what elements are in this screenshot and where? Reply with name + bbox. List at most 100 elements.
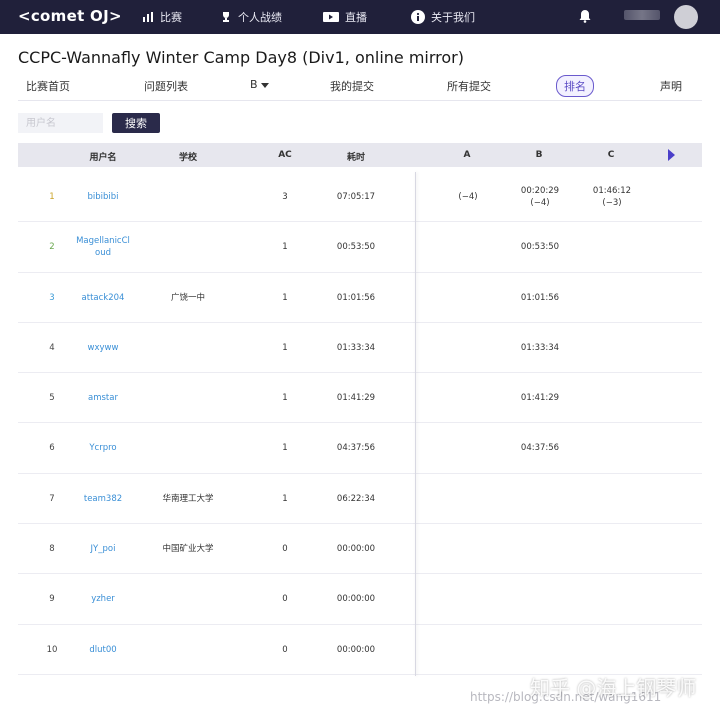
nav-item-contests[interactable]: 比赛	[142, 9, 182, 25]
tab-problem-list[interactable]: 问题列表	[144, 78, 188, 94]
cell-ac: 1	[282, 393, 288, 404]
table-row: 9 yzher 0 00:00:00	[18, 574, 702, 625]
cell-username[interactable]: wxyww	[68, 342, 138, 354]
cell-ac: 1	[282, 443, 288, 454]
cell-username[interactable]: team382	[68, 493, 138, 505]
table-row: 10 dlut00 0 00:00:00	[18, 625, 702, 675]
username-search-input[interactable]	[18, 113, 103, 133]
cell-problem-b: 01:41:29	[520, 393, 560, 404]
header-username: 用户名	[89, 153, 117, 163]
header-ac: AC	[278, 150, 292, 160]
cell-time: 06:22:34	[336, 493, 376, 504]
cell-username[interactable]: dlut00	[68, 644, 138, 656]
bell-icon[interactable]	[578, 9, 592, 23]
cell-username[interactable]: bibibibi	[68, 191, 138, 203]
cell-time: 01:33:34	[336, 342, 376, 353]
trophy-icon	[223, 12, 229, 22]
cell-problem-b: 01:33:34	[520, 342, 560, 353]
cell-school: 中国矿业大学	[162, 544, 214, 555]
table-row: 2 MagellanicCl oud 1 00:53:50 00:53:50	[18, 222, 702, 273]
cell-time: 00:00:00	[336, 594, 376, 605]
cell-rank: 1	[49, 192, 55, 202]
cell-username[interactable]: MagellanicCl oud	[68, 235, 138, 259]
cell-rank: 6	[49, 443, 55, 454]
cell-rank: 2	[49, 242, 55, 253]
cell-time: 04:37:56	[336, 443, 376, 454]
table-row: 1 bibibibi 3 07:05:17 (−4) 00:20:29 (−4) 01:46…	[18, 172, 702, 223]
live-icon	[323, 12, 339, 22]
cell-school: 华南理工大学	[162, 493, 214, 504]
cell-ac: 0	[282, 594, 288, 605]
cell-username[interactable]: amstar	[68, 392, 138, 404]
standings-table-body: 1 bibibibi 3 07:05:17 (−4) 00:20:29 (−4) 01:46…	[18, 172, 702, 675]
search-button[interactable]: 搜索	[112, 113, 160, 133]
cell-rank: 9	[49, 594, 55, 605]
standings-table-header: 用户名 学校 AC 耗时 A B C	[18, 143, 702, 167]
nav-item-live[interactable]: 直播	[323, 9, 367, 25]
tab-all-submissions[interactable]: 所有提交	[447, 78, 491, 94]
tab-standings[interactable]: 排名	[556, 75, 594, 97]
header-school: 学校	[178, 153, 197, 163]
header-problem-c[interactable]: C	[596, 150, 626, 160]
nav-item-label: 个人战绩	[238, 11, 282, 24]
table-row: 8 JY_poi 中国矿业大学 0 00:00:00	[18, 524, 702, 575]
cell-ac: 1	[282, 493, 288, 504]
cell-time: 00:00:00	[336, 644, 376, 655]
scroll-right-arrow-icon[interactable]	[668, 149, 675, 161]
header-problem-a[interactable]: A	[452, 150, 482, 160]
cell-ac: 0	[282, 644, 288, 655]
cell-ac: 1	[282, 342, 288, 353]
cell-problem-b: 00:20:29 (−4)	[520, 186, 560, 208]
divider	[18, 100, 702, 101]
nav-item-records[interactable]: 个人战绩	[220, 9, 282, 25]
cell-rank: 10	[46, 644, 58, 655]
cell-ac: 1	[282, 242, 288, 253]
contest-tabs: 比赛首页 问题列表 B 我的提交 所有提交 排名 声明	[18, 75, 702, 98]
contest-icon	[143, 12, 153, 22]
tab-problem-select[interactable]: B	[250, 78, 269, 91]
table-row: 3 attack204 广饶一中 1 01:01:56 01:01:56	[18, 273, 702, 323]
header-time: 耗时	[346, 153, 365, 163]
tab-contest-home[interactable]: 比赛首页	[26, 78, 70, 94]
tab-problem-select-label: B	[250, 78, 258, 91]
cell-username[interactable]: Ycrpro	[68, 442, 138, 454]
cell-rank: 5	[49, 393, 55, 404]
info-icon	[411, 10, 425, 24]
table-row: 6 Ycrpro 1 04:37:56 04:37:56	[18, 423, 702, 474]
page-title: CCPC-Wannafly Winter Camp Day8 (Div1, on…	[18, 48, 464, 67]
cell-rank: 3	[49, 292, 55, 303]
cell-time: 07:05:17	[336, 192, 376, 202]
cell-problem-a: (−4)	[458, 192, 478, 202]
cell-rank: 4	[49, 342, 55, 353]
header-problem-b[interactable]: B	[524, 150, 554, 160]
cell-ac: 3	[282, 192, 288, 202]
cell-problem-b: 04:37:56	[520, 443, 560, 454]
avatar[interactable]	[674, 5, 698, 29]
cell-problem-b: 01:01:56	[520, 292, 560, 303]
cell-rank: 7	[49, 493, 55, 504]
tab-notice[interactable]: 声明	[660, 78, 682, 94]
table-row: 7 team382 华南理工大学 1 06:22:34	[18, 474, 702, 525]
cell-time: 01:41:29	[336, 393, 376, 404]
cell-time: 00:53:50	[336, 242, 376, 253]
tab-my-submissions[interactable]: 我的提交	[330, 78, 374, 94]
cell-time: 00:00:00	[336, 544, 376, 555]
cell-rank: 8	[49, 544, 55, 555]
cell-username[interactable]: JY_poi	[68, 543, 138, 555]
cell-school: 广饶一中	[170, 292, 205, 303]
nav-item-label: 直播	[345, 11, 367, 24]
nav-item-about[interactable]: 关于我们	[411, 9, 475, 25]
cell-time: 01:01:56	[336, 292, 376, 303]
cell-ac: 1	[282, 292, 288, 303]
cell-problem-c: 01:46:12 (−3)	[592, 186, 632, 208]
cell-username[interactable]: attack204	[68, 292, 138, 304]
nav-item-label: 关于我们	[431, 11, 475, 24]
logo[interactable]: <comet OJ>	[18, 7, 122, 25]
table-row: 5 amstar 1 01:41:29 01:41:29	[18, 373, 702, 424]
caret-down-icon	[260, 82, 269, 88]
cell-problem-b: 00:53:50	[520, 242, 560, 253]
cell-ac: 0	[282, 544, 288, 555]
cell-username[interactable]: yzher	[68, 593, 138, 605]
top-navbar: <comet OJ> 比赛 个人战绩 直播 关于我们	[0, 0, 720, 34]
nav-item-label: 比赛	[160, 11, 182, 24]
